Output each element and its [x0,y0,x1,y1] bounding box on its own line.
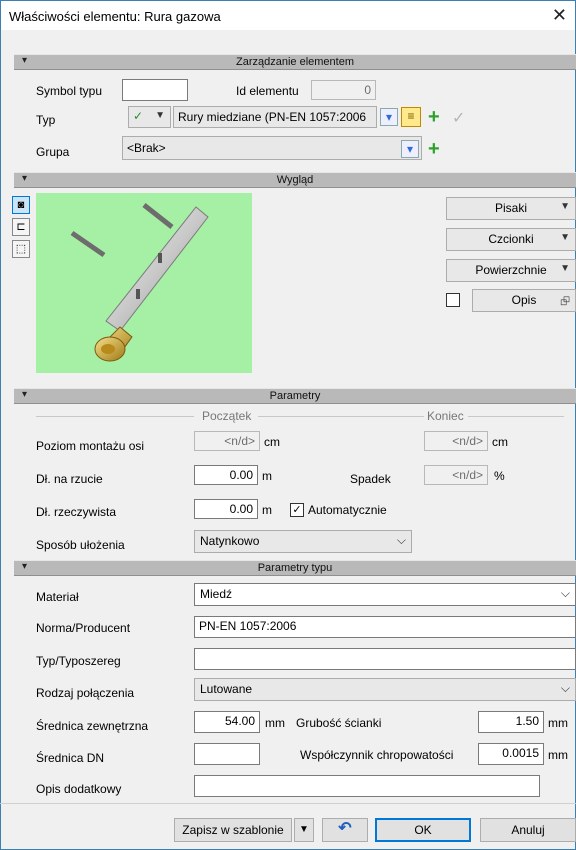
wall-thickness-label: Grubość ścianki [296,716,382,730]
roughness-label: Współczynnik chropowatości [300,748,454,762]
camera-icon[interactable]: ◙ [12,196,30,214]
symbol-type-label: Symbol typu [36,84,103,98]
add-group-icon[interactable]: + [428,139,440,159]
section-header-type-parameters[interactable]: ▾ Parametry typu [14,560,576,576]
triangle-down-icon: ▼ [560,201,570,212]
axis-level-start-unit: cm [264,435,280,449]
axis-level-end-input: <n/d> [424,431,488,451]
real-length-label: Dł. rzeczywista [36,505,117,519]
chevron-down-icon: ⌵ [560,586,570,600]
roughness-unit: mm [548,748,568,762]
type-select[interactable]: Rury miedziane (PN-EN 1057:2006 [173,106,377,128]
extra-description-input[interactable] [194,775,540,797]
triangle-down-icon: ▼ [560,263,570,274]
extra-description-label: Opis dodatkowy [36,782,122,796]
norm-producer-label: Norma/Producent [36,621,131,635]
projection-length-unit: m [262,469,272,483]
fonts-dropdown[interactable]: Czcionki ▼ [446,228,576,251]
chevron-down-icon: ▼ [155,110,165,121]
axis-level-start-input: <n/d> [194,431,260,451]
divider [36,416,194,417]
browse-group-icon[interactable]: ▾ [401,140,419,158]
type-check-dropdown[interactable]: ✓ ▼ [128,106,171,128]
projection-view-icon[interactable]: ⊏ [12,218,30,236]
wall-thickness-input[interactable]: 1.50 [478,711,544,733]
dn-diameter-label: Średnica DN [36,751,105,765]
projection-length-label: Dł. na rzucie [36,472,103,486]
divider [258,416,424,417]
checkmark-icon: ✓ [133,109,144,123]
surfaces-dropdown[interactable]: Powierzchnie ▼ [446,259,576,282]
real-length-input[interactable]: 0.00 [194,499,258,519]
export-icon: ⮺ [560,294,570,308]
outer-diameter-label: Średnica zewnętrzna [36,719,149,733]
group-label: Grupa [36,145,70,159]
undo-icon[interactable]: ↶ [322,818,368,842]
add-type-icon[interactable]: + [428,107,440,127]
triangle-down-icon: ▼ [560,232,570,243]
divider [468,416,564,417]
browse-type-icon[interactable]: ▾ [380,108,398,126]
slope-unit: % [494,469,505,483]
apply-type-icon: ✓ [452,110,466,127]
description-button[interactable]: Opis ⮺ [472,289,576,312]
title-bar: Właściwości elementu: Rura gazowa ✕ [0,0,576,30]
section-header-management[interactable]: ▾ Zarządzanie elementem [14,54,576,70]
slope-label: Spadek [350,472,391,486]
group-select[interactable]: <Brak> [122,136,422,160]
pens-dropdown[interactable]: Pisaki ▼ [446,197,576,220]
element-preview [36,193,252,373]
laying-method-select[interactable]: Natynkowo ⌵ [194,530,412,553]
laying-method-label: Sposób ułożenia [36,538,125,552]
axis-level-end-unit: cm [492,435,508,449]
type-series-label: Typ/Typoszereg [36,654,121,668]
save-template-dropdown-icon[interactable]: ▼ [294,818,314,842]
3d-view-icon[interactable]: ⬚ [12,240,30,258]
connection-type-select[interactable]: Lutowane ⌵ [194,678,576,701]
description-checkbox[interactable] [446,293,460,307]
norm-producer-input[interactable]: PN-EN 1057:2006 [194,616,576,638]
axis-level-label: Poziom montażu osi [36,439,145,453]
cancel-button[interactable]: Anuluj [480,818,576,842]
chevron-down-icon: ⌵ [560,681,570,695]
pipe-preview-image [70,203,209,362]
save-template-button[interactable]: Zapisz w szablonie [174,818,292,842]
type-series-input[interactable] [194,648,576,670]
projection-length-input[interactable]: 0.00 [194,465,258,485]
real-length-unit: m [262,503,272,517]
window-title: Właściwości elementu: Rura gazowa [9,9,221,24]
close-icon[interactable]: ✕ [552,5,567,26]
roughness-input[interactable]: 0.0015 [478,743,544,765]
element-id-field: 0 [311,80,376,100]
outer-diameter-input[interactable]: 54.00 [194,711,260,733]
footer-divider [0,803,576,804]
element-id-label: Id elementu [236,84,299,98]
connection-type-label: Rodzaj połączenia [36,686,135,700]
ok-button[interactable]: OK [375,818,471,842]
section-header-parameters[interactable]: ▾ Parametry [14,388,576,404]
slope-input: <n/d> [424,465,488,485]
library-type-icon[interactable]: ≡ [401,107,421,127]
automatic-checkbox[interactable]: ✓ [290,503,304,517]
wall-thickness-unit: mm [548,716,568,730]
section-header-appearance[interactable]: ▾ Wygląd [14,172,576,188]
dn-diameter-input[interactable] [194,743,260,765]
material-label: Materiał [36,590,79,604]
automatic-label: Automatycznie [308,503,387,517]
material-select[interactable]: Miedź ⌵ [194,583,576,606]
symbol-type-input[interactable] [122,79,188,101]
outer-diameter-unit: mm [265,716,285,730]
type-label: Typ [36,113,56,127]
start-header: Początek [202,409,252,423]
chevron-down-icon: ⌵ [396,533,406,547]
end-header: Koniec [427,409,464,423]
